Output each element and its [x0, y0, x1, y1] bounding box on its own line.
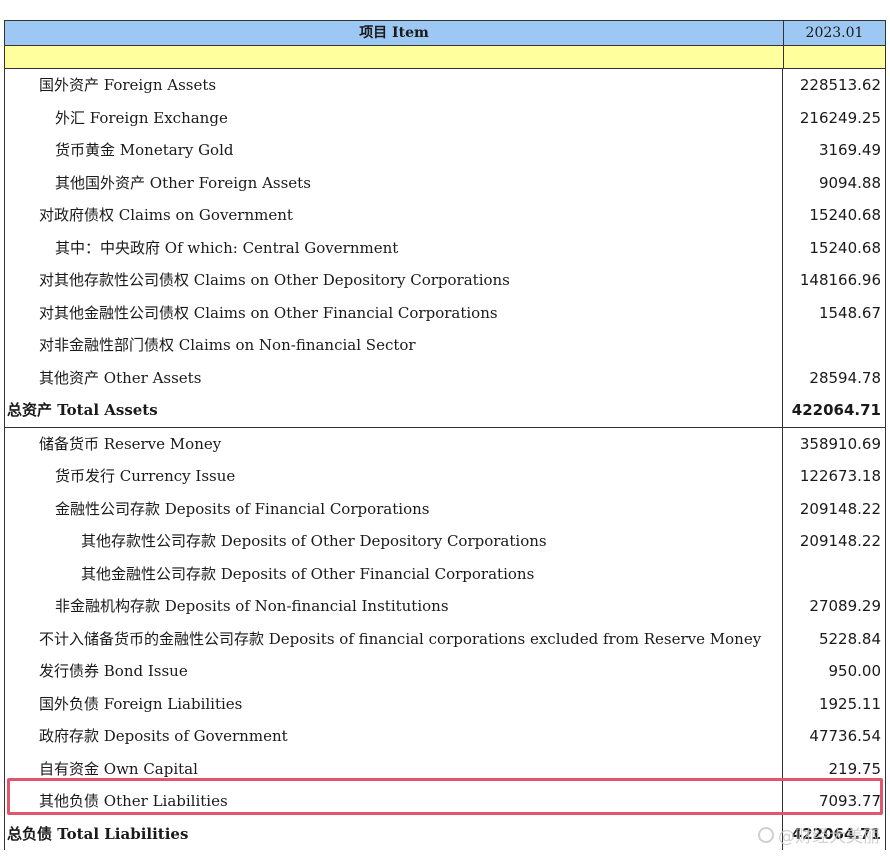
row-label: 外汇 Foreign Exchange — [5, 101, 783, 134]
total-assets-value: 422064.71 — [791, 401, 881, 419]
row-label: 非金融机构存款 Deposits of Non-financial Instit… — [5, 590, 783, 623]
row-label: 对其他存款性公司债权 Claims on Other Depository Co… — [5, 264, 783, 297]
table-row: 对其他金融性公司债权 Claims on Other Financial Cor… — [5, 296, 885, 329]
row-value: 122673.18 — [799, 467, 881, 485]
row-value: 47736.54 — [809, 727, 881, 745]
row-label: 其他资产 Other Assets — [5, 361, 783, 394]
row-value: 1548.67 — [818, 303, 881, 322]
row-label: 国外资产 Foreign Assets — [5, 69, 783, 102]
row-label: 对其他金融性公司债权 Claims on Other Financial Cor… — [5, 296, 783, 329]
watermark-text: @财经大美丽 — [778, 827, 880, 847]
table-row: 货币发行 Currency Issue 122673.18 — [5, 460, 885, 493]
row-value — [783, 329, 885, 362]
row-label: 货币黄金 Monetary Gold — [5, 134, 783, 167]
highlight-box — [7, 778, 883, 815]
row-value: 15240.68 — [809, 238, 881, 257]
row-label: 货币发行 Currency Issue — [5, 460, 783, 493]
row-label: 其中：中央政府 Of which: Central Government — [5, 231, 783, 264]
header-spacer-row — [5, 46, 885, 69]
row-value: 27089.29 — [809, 597, 881, 615]
row-label: 对政府债权 Claims on Government — [5, 199, 783, 232]
table-header: 项目 Item 2023.01 — [5, 20, 885, 46]
table-row: 其他国外资产 Other Foreign Assets 9094.88 — [5, 166, 885, 199]
watermark-logo-icon — [758, 826, 774, 843]
total-assets-label: 总资产 Total Assets — [5, 394, 783, 427]
liabilities-section: 储备货币 Reserve Money 358910.69 货币发行 Currency… — [5, 427, 885, 818]
row-label: 储备货币 Reserve Money — [5, 427, 783, 460]
table-row: 对其他存款性公司债权 Claims on Other Depository Co… — [5, 264, 885, 297]
row-label: 发行债券 Bond Issue — [5, 655, 783, 688]
row-label: 其他存款性公司存款 Deposits of Other Depository C… — [5, 525, 783, 558]
row-value: 15240.68 — [809, 206, 881, 224]
row-value: 9094.88 — [818, 173, 881, 192]
row-value: 1925.11 — [818, 694, 881, 713]
table-row: 政府存款 Deposits of Government 47736.54 — [5, 720, 885, 753]
table-row: 发行债券 Bond Issue 950.00 — [5, 655, 885, 688]
table-row: 其他金融性公司存款 Deposits of Other Financial Co… — [5, 557, 885, 591]
table-row: 其中：中央政府 Of which: Central Government 1524… — [5, 231, 885, 264]
row-value: 28594.78 — [809, 368, 881, 387]
table-row: 对非金融性部门债权 Claims on Non-financial Sector — [5, 329, 885, 362]
row-label: 不计入储备货币的金融性公司存款 Deposits of financial co… — [5, 622, 783, 655]
table-row: 其他资产 Other Assets 28594.78 — [5, 361, 885, 394]
row-label: 金融性公司存款 Deposits of Financial Corporatio… — [5, 492, 783, 525]
table-row: 对政府债权 Claims on Government 15240.68 — [5, 199, 885, 232]
row-value: 209148.22 — [799, 499, 881, 518]
balance-sheet-table: 项目 Item 2023.01 国外资产 Foreign Assets 22851… — [4, 20, 886, 850]
row-value — [783, 558, 885, 591]
table-row: 储备货币 Reserve Money 358910.69 — [5, 427, 885, 460]
table-row: 货币黄金 Monetary Gold 3169.49 — [5, 134, 885, 167]
table-row: 金融性公司存款 Deposits of Financial Corporatio… — [5, 492, 885, 525]
item-column-header: 项目 Item — [5, 21, 784, 45]
row-value: 358910.69 — [799, 434, 881, 453]
row-value: 209148.22 — [799, 532, 881, 550]
total-assets-row: 总资产 Total Assets 422064.71 — [5, 394, 885, 428]
total-liabilities-label: 总负债 Total Liabilities — [5, 817, 783, 850]
table-row: 其他存款性公司存款 Deposits of Other Depository C… — [5, 525, 885, 558]
period-column-header: 2023.01 — [805, 25, 864, 41]
row-value: 3169.49 — [818, 141, 881, 159]
watermark: @财经大美丽 — [758, 822, 880, 847]
row-value: 148166.96 — [799, 271, 881, 289]
row-label: 其他金融性公司存款 Deposits of Other Financial Co… — [5, 557, 783, 590]
row-value: 5228.84 — [818, 629, 881, 648]
table-row: 国外负债 Foreign Liabilities 1925.11 — [5, 687, 885, 720]
table-row: 国外资产 Foreign Assets 228513.62 — [5, 69, 885, 102]
row-label: 政府存款 Deposits of Government — [5, 720, 783, 753]
row-label: 对非金融性部门债权 Claims on Non-financial Sector — [5, 329, 783, 362]
assets-section: 国外资产 Foreign Assets 228513.62 外汇 Foreign E… — [5, 69, 885, 394]
row-label: 国外负债 Foreign Liabilities — [5, 687, 783, 720]
row-value: 950.00 — [828, 662, 882, 680]
total-liabilities-row: 总负债 Total Liabilities 422064.71 — [5, 817, 885, 850]
row-label: 其他国外资产 Other Foreign Assets — [5, 166, 783, 199]
table-row: 外汇 Foreign Exchange 216249.25 — [5, 101, 885, 134]
row-value: 216249.25 — [799, 108, 881, 127]
table-row: 非金融机构存款 Deposits of Non-financial Instit… — [5, 590, 885, 623]
row-value: 228513.62 — [799, 76, 881, 94]
table-row: 不计入储备货币的金融性公司存款 Deposits of financial co… — [5, 622, 885, 655]
